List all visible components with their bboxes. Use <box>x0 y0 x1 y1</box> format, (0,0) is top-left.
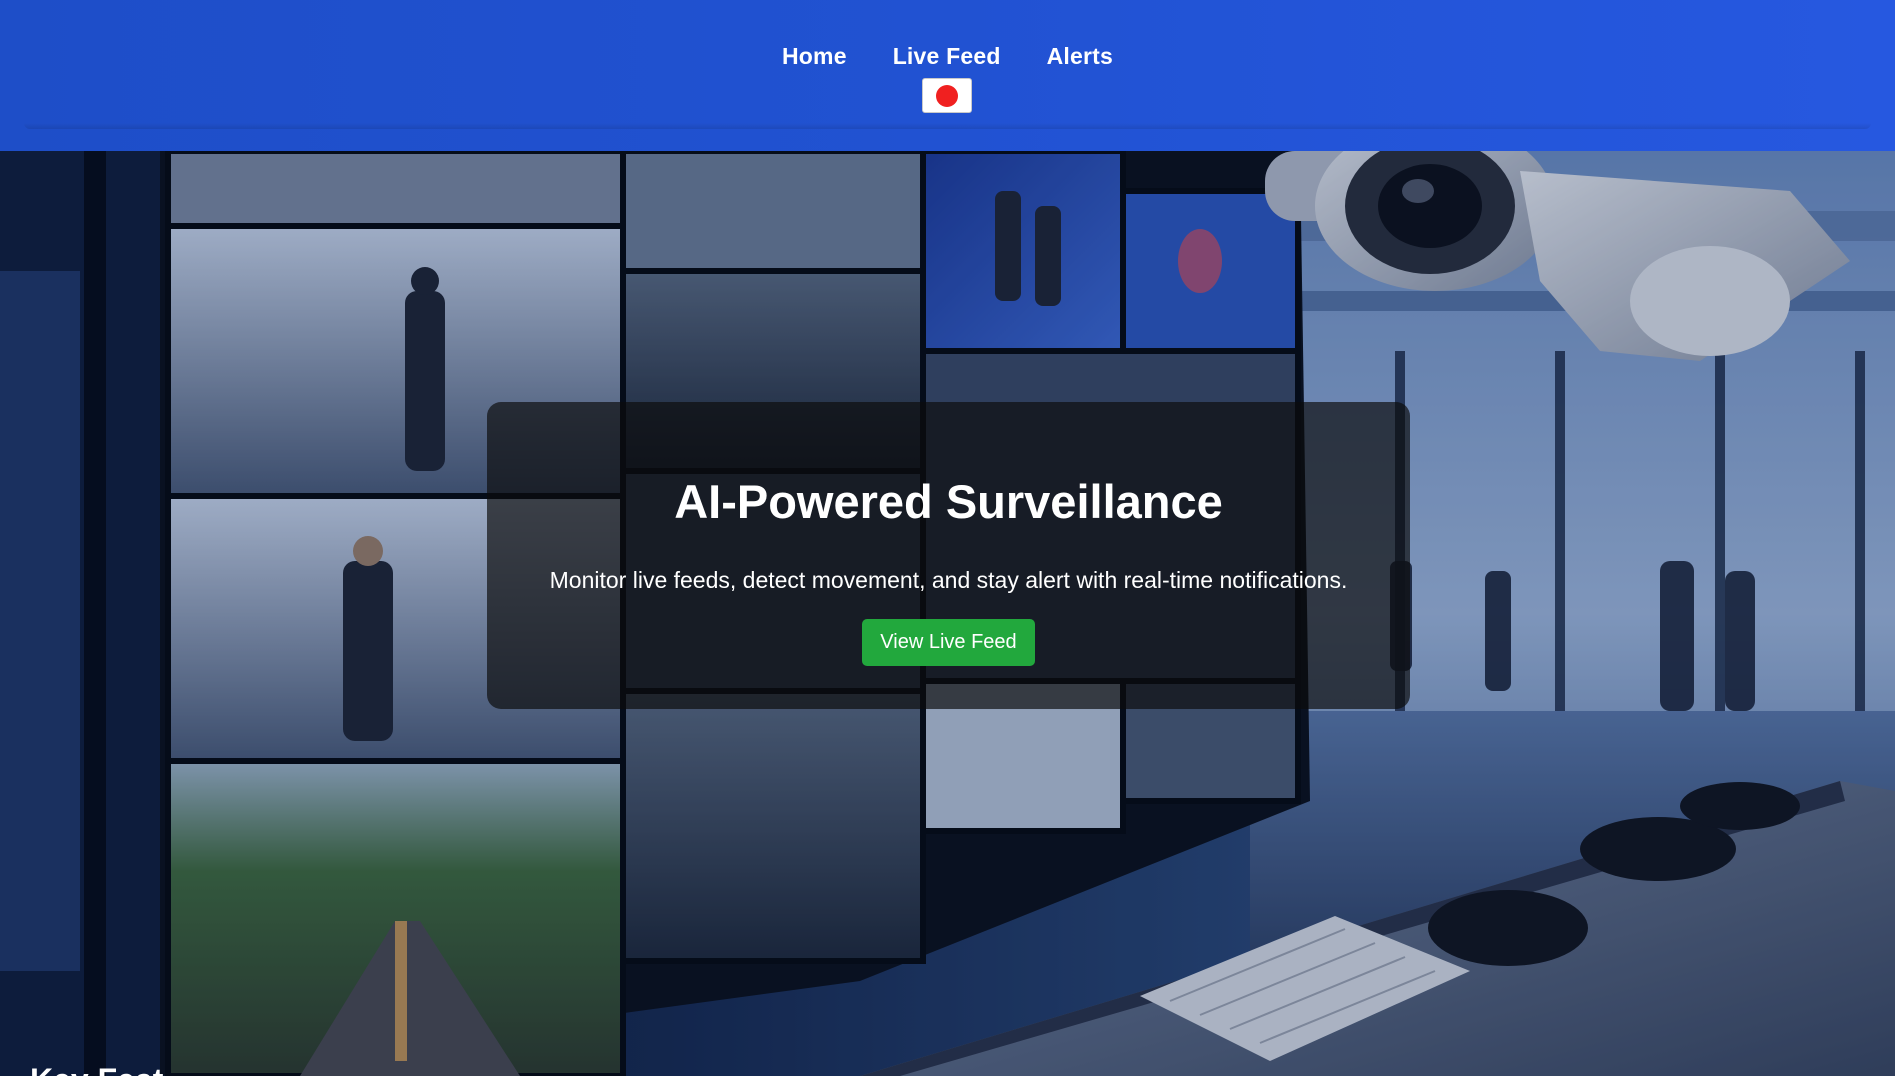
hero-title: AI-Powered Surveillance <box>674 475 1223 528</box>
nav-link-home[interactable]: Home <box>782 42 847 70</box>
view-live-feed-button[interactable]: View Live Feed <box>862 619 1035 666</box>
nav-item-alerts[interactable]: Alerts <box>1047 42 1113 113</box>
top-navbar: Home Live Feed Alerts <box>0 0 1895 151</box>
hero-subtitle: Monitor live feeds, detect movement, and… <box>549 567 1348 593</box>
nav-item-live-feed[interactable]: Live Feed <box>893 42 1001 113</box>
navbar-shadow <box>24 123 1871 129</box>
hero-card: AI-Powered Surveillance Monitor live fee… <box>487 402 1410 709</box>
nav-link-live-feed[interactable]: Live Feed <box>893 42 1001 70</box>
nav-item-home[interactable]: Home <box>782 42 847 113</box>
key-features-heading-peek: Key Feat <box>30 1064 163 1076</box>
main-nav: Home Live Feed Alerts <box>0 42 1895 113</box>
recording-indicator <box>921 78 972 113</box>
recording-dot-icon <box>935 84 958 107</box>
nav-link-alerts[interactable]: Alerts <box>1047 42 1113 70</box>
hero-section: AI-Powered Surveillance Monitor live fee… <box>0 151 1895 1076</box>
